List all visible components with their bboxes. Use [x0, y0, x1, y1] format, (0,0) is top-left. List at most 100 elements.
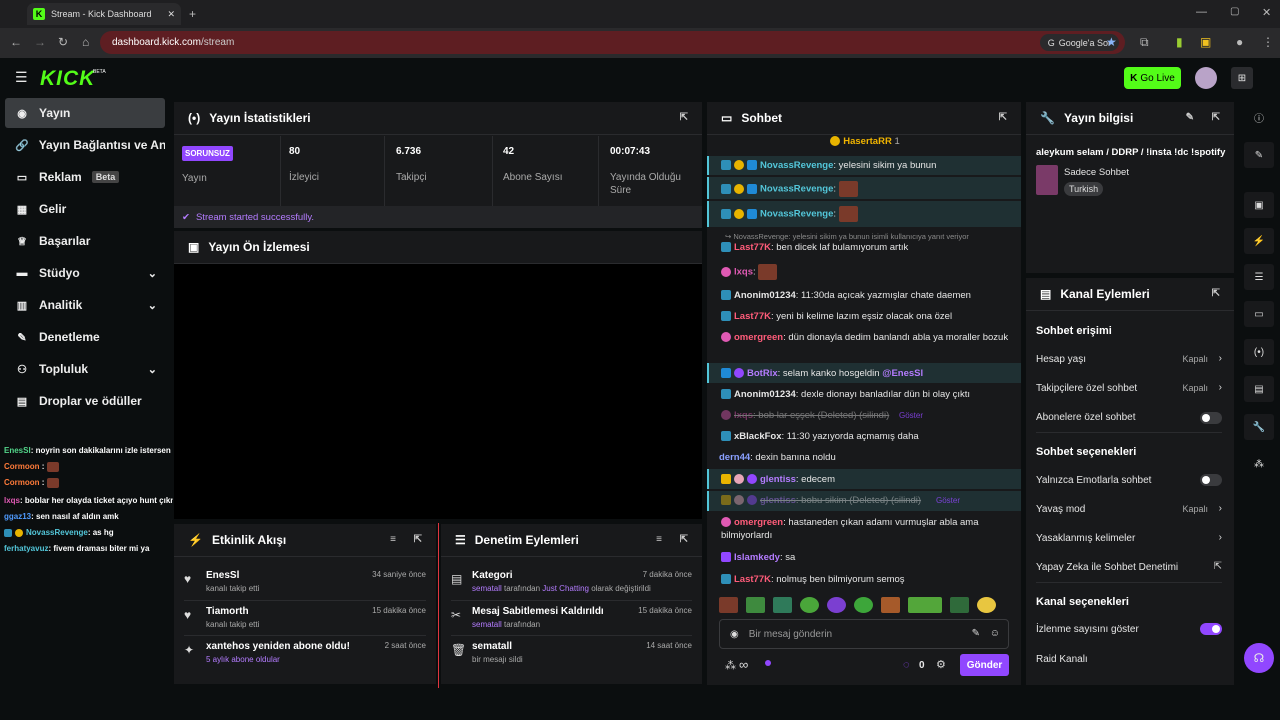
sidebar-item-studio[interactable]: ▬ Stüdyo ⌄ [5, 258, 165, 288]
sidebar-item-stream-key[interactable]: 🔗 Yayın Bağlantısı ve Anahtarı [5, 130, 165, 160]
ai-translate-icon[interactable]: ✎ [972, 628, 980, 639]
show-deleted-link[interactable]: Göster [899, 411, 923, 420]
sidebar-item-analytics[interactable]: ▥ Analitik ⌄ [5, 290, 165, 320]
emote-icon[interactable] [950, 597, 969, 613]
filter-icon[interactable]: ≡ [390, 534, 396, 545]
category-link[interactable]: Just Chatting [542, 584, 589, 593]
bookmark-star-icon[interactable]: ★ [1106, 35, 1117, 49]
edit-pencil-icon[interactable]: ✎ [1244, 142, 1274, 168]
emote-icon[interactable] [719, 597, 738, 613]
edit-pencil-icon[interactable]: ✎ [1186, 112, 1194, 123]
panel-resize-divider[interactable] [438, 523, 439, 688]
sidebar-item-achievements[interactable]: ♕ Başarılar [5, 226, 165, 256]
list-icon[interactable]: ☰ [1244, 264, 1274, 290]
kick-app-icon[interactable]: ⊞ [1231, 67, 1253, 89]
popout-icon[interactable]: ⇱ [1212, 288, 1220, 299]
extensions-icon[interactable]: ⧉ [1140, 35, 1149, 50]
home-icon[interactable]: ⌂ [82, 35, 89, 49]
profile-icon[interactable]: ● [1236, 35, 1243, 49]
sidebar-item-stream[interactable]: ◉ Yayın [5, 98, 165, 128]
chat-username[interactable]: glentiss [760, 474, 796, 485]
setting-slow-mode[interactable]: Yavaş mod Kapalı › [1036, 503, 1222, 515]
setting-ai-moderation[interactable]: Yapay Zeka ile Sohbet Denetimi ⇱ [1036, 561, 1222, 573]
sidebar-item-ads[interactable]: ▭ Reklam Beta [5, 162, 165, 192]
category-thumbnail[interactable] [1036, 165, 1058, 195]
chat-username[interactable]: Last77K [734, 574, 771, 585]
sidebar-item-revenue[interactable]: ▦ Gelir [5, 194, 165, 224]
chat-username[interactable]: Last77K [734, 242, 771, 253]
category-name[interactable]: Sadece Sohbet [1064, 167, 1129, 178]
popout-icon[interactable]: ⇱ [680, 534, 688, 545]
setting-followers-only[interactable]: Takipçilere özel sohbet Kapalı › [1036, 382, 1222, 394]
emoji-icon[interactable]: ☺ [990, 628, 1000, 639]
emote-icon[interactable] [800, 597, 819, 613]
close-tab-icon[interactable]: ✕ [167, 9, 175, 20]
emote-icon[interactable] [827, 597, 846, 613]
support-headset-icon[interactable]: ☊ [1244, 643, 1274, 673]
chat-username[interactable]: NovassRevenge [760, 209, 833, 220]
hamburger-menu-icon[interactable]: ☰ [15, 69, 28, 86]
chat-username[interactable]: dern44 [719, 452, 750, 463]
chat-username[interactable]: lxqs [734, 410, 753, 421]
chat-username[interactable]: Last77K [734, 311, 771, 322]
mod-user[interactable]: sematall [472, 584, 502, 593]
emote-icon[interactable] [854, 597, 873, 613]
emotes-only-toggle[interactable] [1200, 474, 1222, 486]
chat-username[interactable]: NovassRevenge [760, 160, 833, 171]
filter-icon[interactable]: ≡ [656, 534, 662, 545]
video-icon[interactable]: ▣ [1244, 192, 1274, 218]
chat-username[interactable]: omergreen [734, 517, 783, 528]
sidebar-item-moderation[interactable]: ✎ Denetleme [5, 322, 165, 352]
forward-icon[interactable]: → [34, 35, 46, 49]
popout-icon[interactable]: ⇱ [999, 112, 1007, 123]
back-icon[interactable]: ← [10, 35, 22, 49]
popout-icon[interactable]: ⇱ [1212, 112, 1220, 123]
new-tab-icon[interactable]: + [189, 7, 196, 21]
chat-bubble-icon[interactable]: ▭ [1244, 301, 1274, 327]
close-window-icon[interactable]: ✕ [1262, 6, 1271, 19]
infinity-icon[interactable]: ∞ [739, 657, 748, 672]
chat-username[interactable]: glentiss [760, 495, 796, 506]
emote-icon[interactable] [746, 597, 765, 613]
avatar[interactable] [1195, 67, 1217, 89]
broadcast-icon[interactable]: (•) [1244, 339, 1274, 365]
extension-icon[interactable]: ▮ [1176, 35, 1183, 49]
setting-banned-words[interactable]: Yasaklanmış kelimeler › [1036, 532, 1222, 544]
pinned-username[interactable]: HasertaRR [843, 136, 892, 147]
chat-username[interactable]: lxqs [734, 267, 753, 278]
settings-gear-icon[interactable]: ⚙ [936, 658, 946, 671]
setting-raid[interactable]: Raid Kanalı [1036, 654, 1222, 665]
info-icon[interactable]: ⓘ [1244, 104, 1274, 130]
community-icon[interactable]: ⁂ [1244, 451, 1274, 477]
go-live-button[interactable]: K Go Live [1124, 67, 1181, 89]
maximize-icon[interactable]: ▢ [1230, 6, 1239, 17]
lightning-icon[interactable]: ⚡ [1244, 228, 1274, 254]
browser-tab[interactable]: K Stream - Kick Dashboard ✕ [27, 3, 181, 25]
emote-icon[interactable] [908, 597, 942, 613]
url-input[interactable]: dashboard.kick.com/stream G Google'a Sor [100, 31, 1125, 54]
emote-icon[interactable] [977, 597, 996, 613]
send-button[interactable]: Gönder [960, 654, 1009, 676]
setting-account-age[interactable]: Hesap yaşı Kapalı › [1036, 353, 1222, 365]
chat-user-icon[interactable]: ◉ [730, 629, 739, 640]
chat-input[interactable]: ◉ Bir mesaj gönderin ✎ ☺ [719, 619, 1009, 649]
chat-username[interactable]: omergreen [734, 332, 783, 343]
emote-icon[interactable] [881, 597, 900, 613]
show-viewers-toggle[interactable] [1200, 623, 1222, 635]
minimize-icon[interactable]: — [1196, 6, 1207, 18]
chat-username[interactable]: Islamkedy [734, 552, 780, 563]
chat-mention[interactable]: @EnesSl [882, 368, 923, 379]
browser-menu-icon[interactable]: ⋮ [1262, 35, 1274, 49]
popout-icon[interactable]: ⇱ [414, 534, 422, 545]
toolbox-icon[interactable]: ▤ [1244, 376, 1274, 402]
emote-icon[interactable] [773, 597, 792, 613]
show-deleted-link[interactable]: Göster [936, 496, 960, 505]
mod-user[interactable]: sematall [472, 620, 502, 629]
chat-username[interactable]: Anonim01234 [734, 290, 796, 301]
subs-only-toggle[interactable] [1200, 412, 1222, 424]
translate-icon[interactable]: ▣ [1200, 35, 1211, 49]
sidebar-item-community[interactable]: ⚇ Topluluk ⌄ [5, 354, 165, 384]
sidebar-item-drops[interactable]: ▤ Droplar ve ödüller [5, 386, 165, 416]
community-icon[interactable]: ⁂ [725, 659, 736, 672]
reload-icon[interactable]: ↻ [58, 35, 68, 49]
